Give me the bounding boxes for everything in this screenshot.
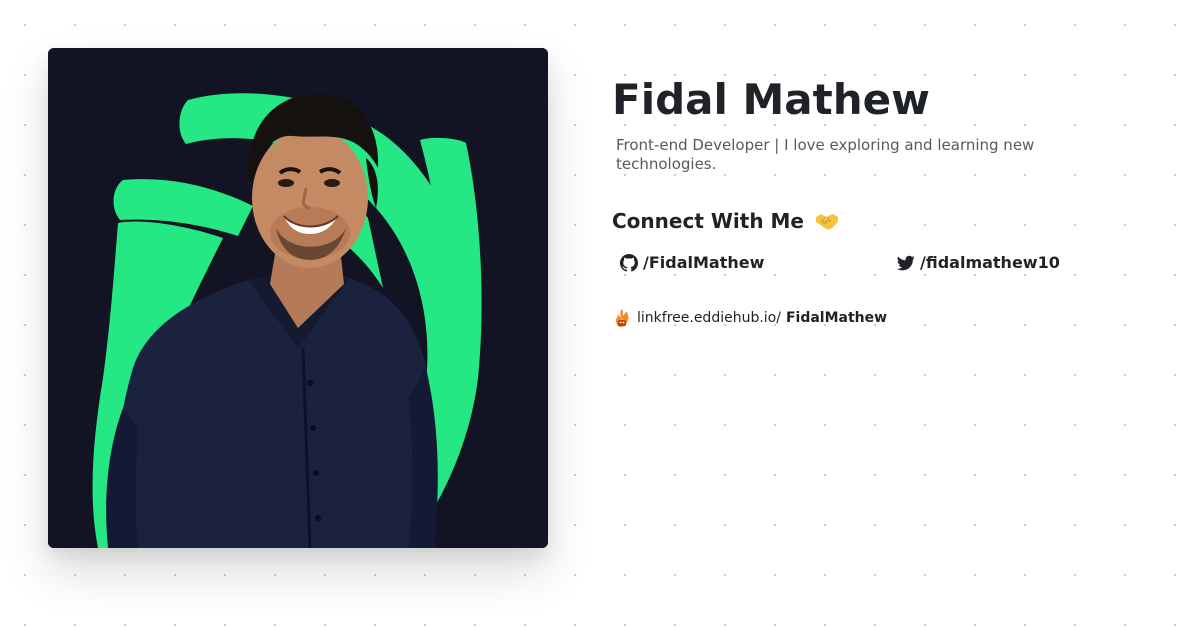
github-link[interactable]: /FidalMathew [620,251,764,275]
profile-photo [48,48,548,548]
profile-photo-card [48,48,548,548]
twitter-handle: /fidalmathew10 [920,253,1060,272]
linkfree-logo-icon [613,308,631,328]
connect-heading-text: Connect With Me [612,209,804,233]
handshake-icon [815,211,839,237]
profile-name: Fidal Mathew [612,75,930,124]
connect-heading: Connect With Me [612,208,1172,237]
twitter-link[interactable]: /fidalmathew10 [897,251,1060,275]
github-handle: /FidalMathew [643,253,765,272]
linkfree-profile-link[interactable]: linkfree.eddiehub.io/ FidalMathew [613,308,887,328]
profile-bio: Front-end Developer | I love exploring a… [616,136,1035,173]
twitter-icon [897,254,915,272]
profile-info: Fidal Mathew Front-end Developer | I lov… [612,72,1172,275]
linkfree-host: linkfree.eddiehub.io/ [637,310,781,326]
social-links: /FidalMathew /fidalmathew10 [612,251,1172,275]
github-icon [620,254,638,272]
linkfree-username: FidalMathew [785,310,888,326]
